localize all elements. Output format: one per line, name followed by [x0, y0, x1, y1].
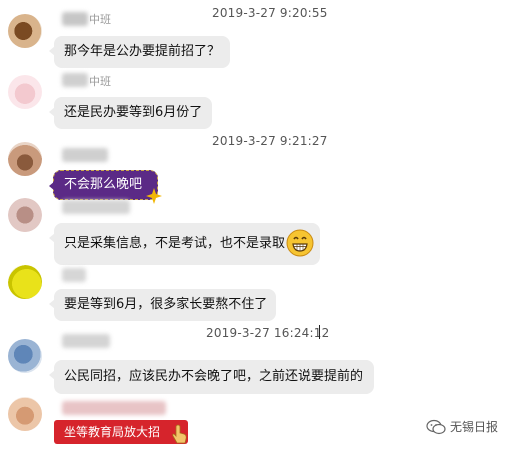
message-text: 那今年是公办要提前招了？: [64, 44, 221, 59]
message-text: 要是等到6月，很多家长要熬不住了: [64, 297, 268, 312]
message-bubble[interactable]: 只是采集信息，不是考试，也不是录取: [49, 223, 320, 265]
wechat-icon: [426, 419, 446, 434]
sender-name-blurred: [62, 401, 166, 415]
pointing-hand-icon: [172, 424, 187, 444]
message-text: 坐等教育局放大招: [64, 425, 161, 439]
message-bubble[interactable]: 坐等教育局放大招: [54, 420, 188, 444]
watermark-text: 无锡日报: [450, 420, 499, 434]
sender-name: 中班: [89, 75, 111, 88]
avatar[interactable]: [8, 339, 42, 373]
sender-name-blurred: [62, 200, 130, 214]
message-text: 公民同招，应该民办不会晚了吧，之前还说要提前的: [64, 369, 364, 384]
message-bubble[interactable]: 还是民办要等到6月份了: [49, 97, 212, 129]
sender-name-blurred: [62, 12, 88, 26]
timestamp: 2019-3-27 9:21:27: [212, 134, 328, 148]
grinning-face-icon: [286, 229, 314, 257]
message-bubble[interactable]: 公民同招，应该民办不会晚了吧，之前还说要提前的: [49, 360, 374, 394]
message-bubble[interactable]: 要是等到6月，很多家长要熬不住了: [49, 289, 276, 321]
timestamp: 2019-3-27 16:24:12: [206, 326, 330, 340]
sparkle-icon: [146, 188, 162, 204]
sender-name-blurred: [62, 148, 108, 162]
avatar[interactable]: [8, 198, 42, 232]
avatar[interactable]: [8, 75, 42, 109]
sender-name-blurred: [62, 334, 110, 348]
timestamp: 2019-3-27 9:20:55: [212, 6, 328, 20]
watermark: 无锡日报: [426, 418, 498, 435]
message-bubble[interactable]: 那今年是公办要提前招了？: [49, 36, 230, 68]
text-cursor: [319, 325, 320, 339]
avatar[interactable]: [8, 397, 42, 431]
message-text: 还是民办要等到6月份了: [64, 105, 203, 120]
message-text: 不会那么晚吧: [64, 177, 143, 192]
avatar[interactable]: [8, 14, 42, 48]
avatar[interactable]: [8, 142, 42, 176]
sender-name-blurred: [62, 73, 88, 87]
message-bubble[interactable]: 不会那么晚吧: [49, 170, 158, 200]
sender-name: 中班: [89, 13, 111, 26]
message-text: 只是采集信息，不是考试，也不是录取: [64, 236, 286, 251]
avatar[interactable]: [8, 265, 42, 299]
sender-name-blurred: [62, 268, 86, 282]
